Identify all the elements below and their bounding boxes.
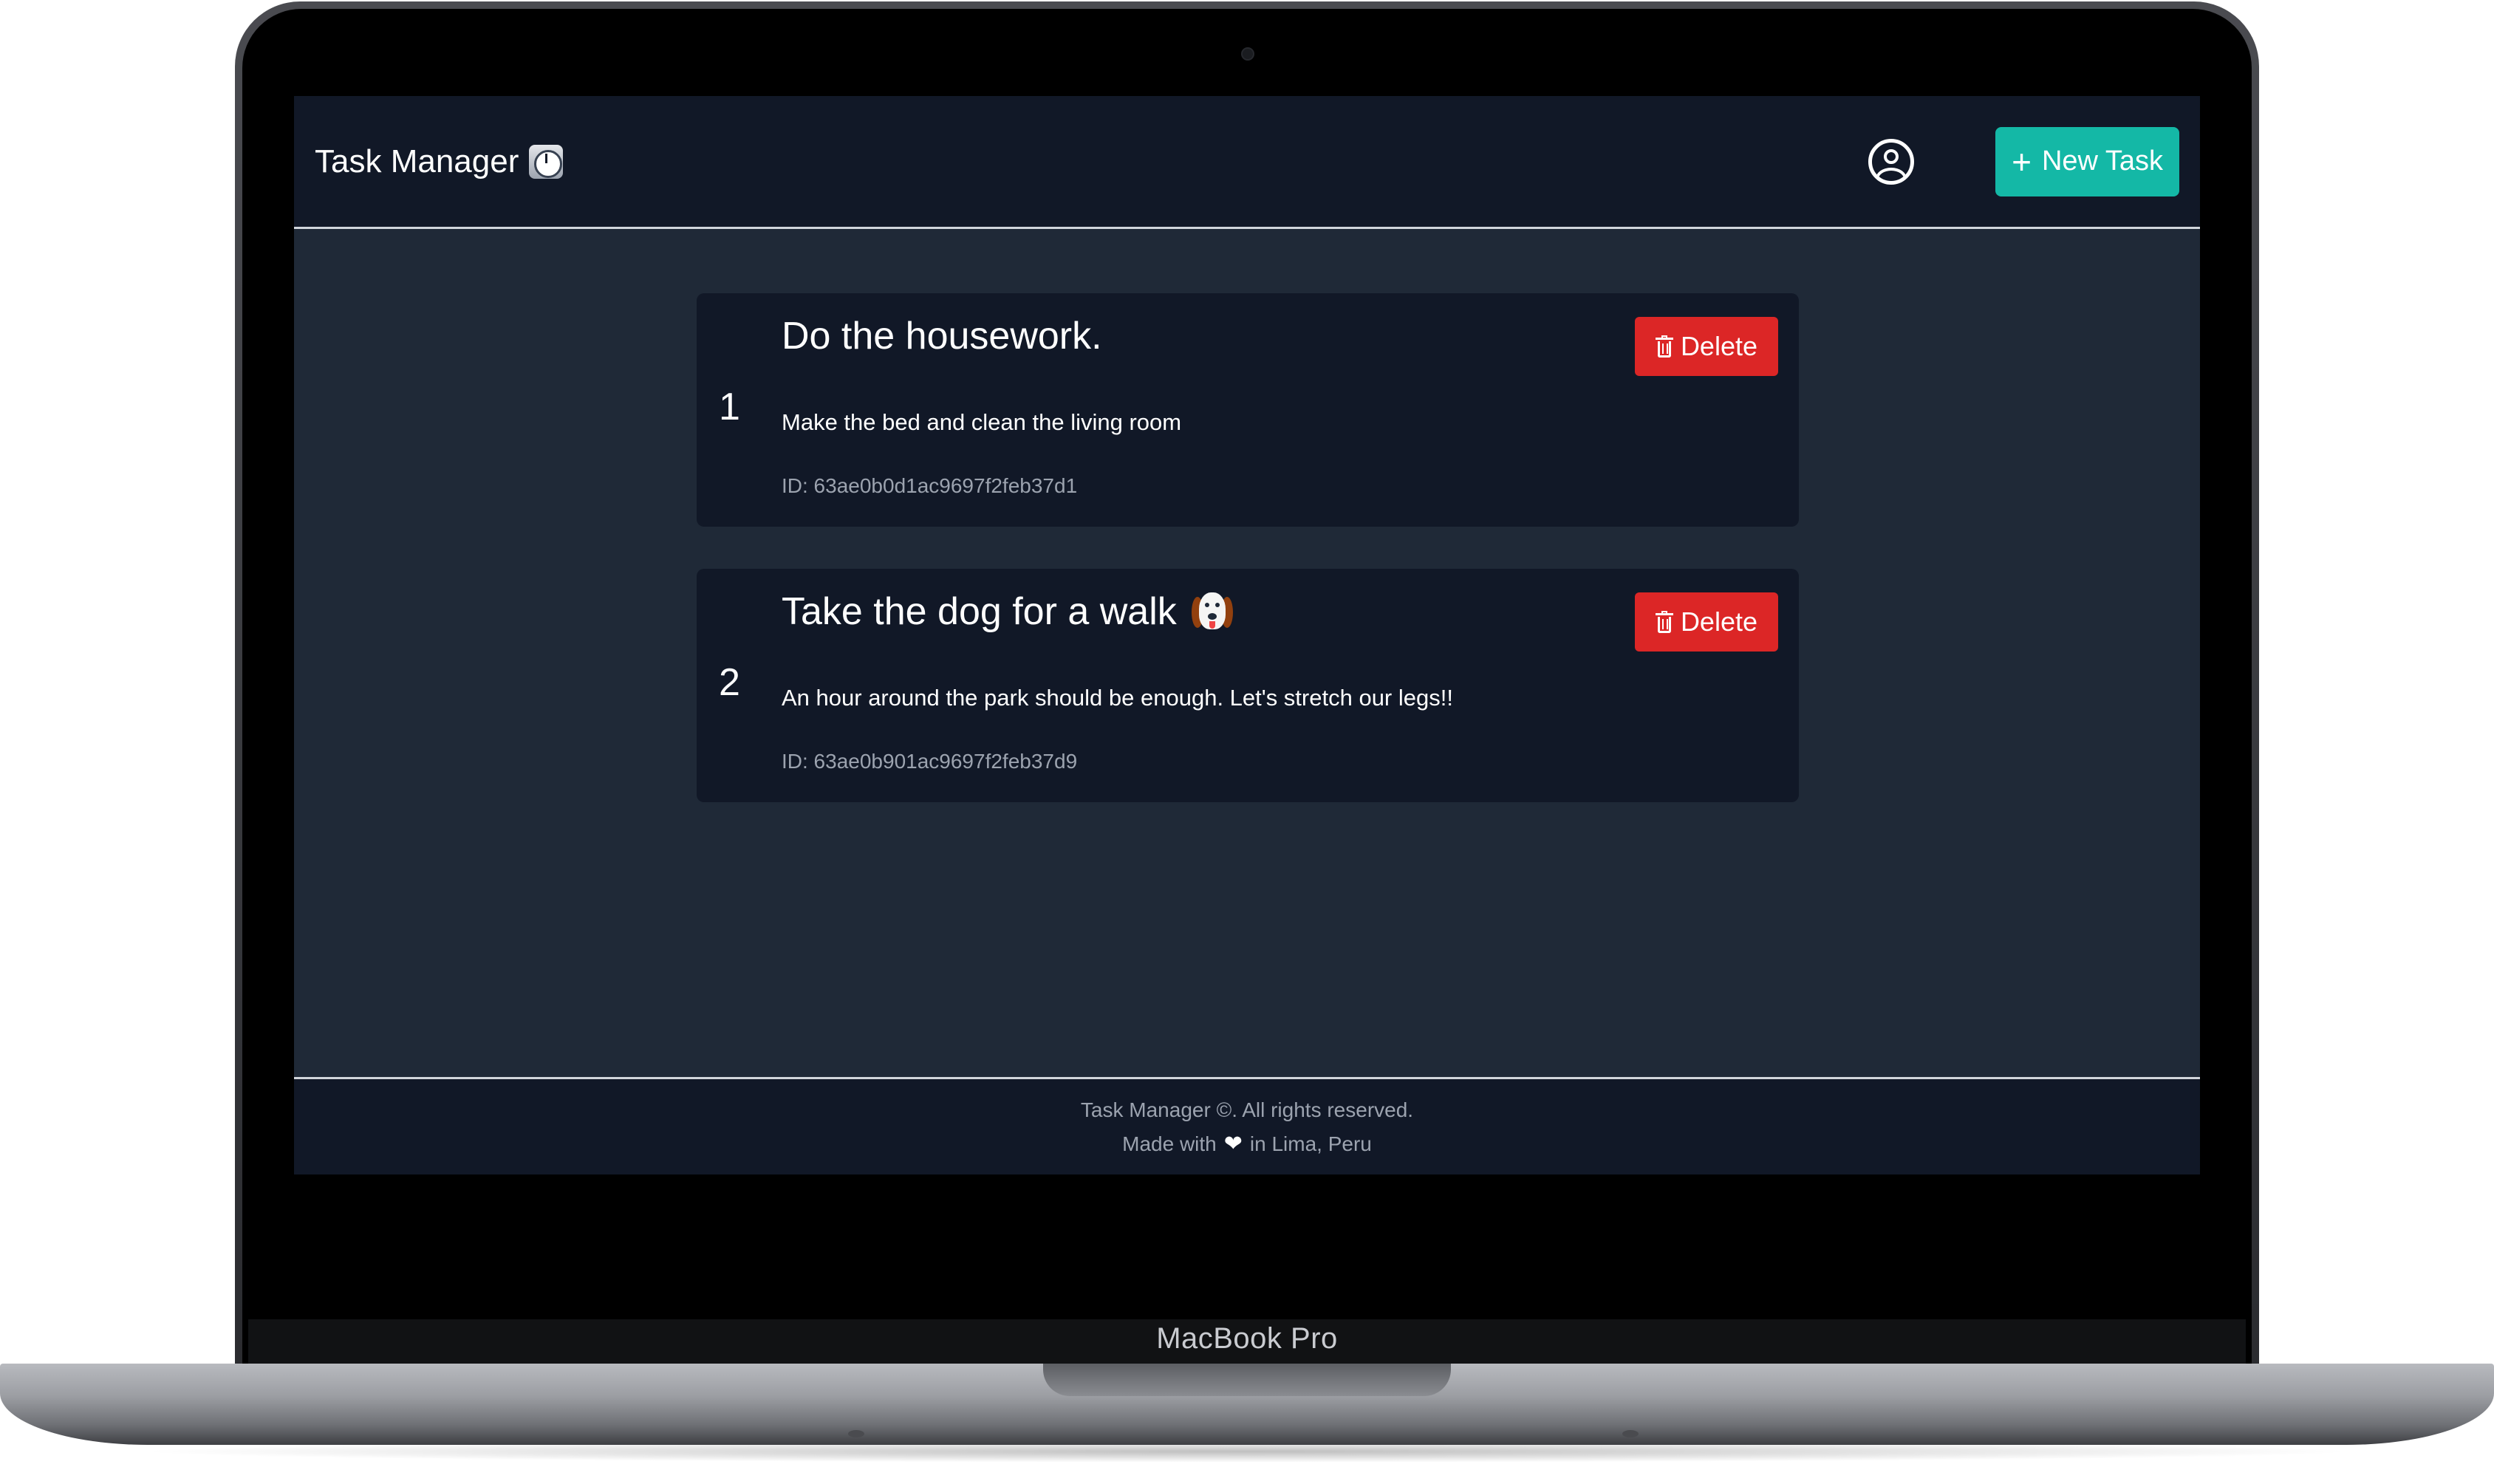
task-title: Do the housework. [782, 314, 1102, 358]
new-task-label: New Task [2041, 146, 2163, 177]
app-title-text: Task Manager [315, 143, 519, 179]
delete-label: Delete [1680, 606, 1757, 637]
trash-icon [1655, 335, 1673, 358]
delete-label: Delete [1680, 331, 1757, 361]
task-index: 1 [719, 386, 740, 428]
task-title: Take the dog for a walk [782, 589, 1233, 634]
heart-icon: ❤ [1223, 1131, 1243, 1156]
task-card: 2 Take the dog for a walk An hour around… [697, 569, 1799, 802]
task-description: Make the bed and clean the living room [782, 409, 1182, 435]
footer: Task Manager ©. All rights reserved. Mad… [294, 1077, 2200, 1174]
user-account-icon[interactable] [1868, 138, 1915, 185]
app-title[interactable]: Task Manager [315, 143, 564, 180]
task-title-text: Take the dog for a walk [782, 590, 1177, 633]
app-window: Task Manager + New Task 1 Do the housewo… [294, 96, 2200, 1174]
task-id: ID: 63ae0b0d1ac9697f2feb37d1 [782, 474, 1078, 497]
plus-icon: + [2012, 142, 2032, 181]
laptop-foot [1622, 1430, 1639, 1437]
device-label: MacBook Pro [1156, 1322, 1338, 1355]
task-description: An hour around the park should be enough… [782, 685, 1453, 711]
new-task-button[interactable]: + New Task [1995, 126, 2179, 196]
task-title-text: Do the housework. [782, 315, 1102, 358]
task-card: 1 Do the housework. Make the bed and cle… [697, 293, 1799, 527]
task-id: ID: 63ae0b901ac9697f2feb37d9 [782, 750, 1078, 773]
navbar: Task Manager + New Task [294, 96, 2200, 229]
delete-task-button[interactable]: Delete [1634, 317, 1778, 376]
laptop-notch [1043, 1364, 1451, 1396]
task-index: 2 [719, 661, 740, 704]
laptop-foot [848, 1430, 864, 1437]
device-mockup: Task Manager + New Task 1 Do the housewo… [0, 0, 2494, 1484]
task-list: 1 Do the housework. Make the bed and cle… [294, 229, 2200, 1077]
clock-icon [529, 144, 564, 179]
dog-face-icon [1191, 589, 1233, 634]
delete-task-button[interactable]: Delete [1634, 592, 1778, 652]
footer-made-with: Made with ❤ in Lima, Peru [1122, 1131, 1372, 1156]
trash-icon [1655, 611, 1673, 633]
footer-copyright: Task Manager ©. All rights reserved. [1080, 1098, 1414, 1121]
camera-icon [1241, 47, 1254, 61]
